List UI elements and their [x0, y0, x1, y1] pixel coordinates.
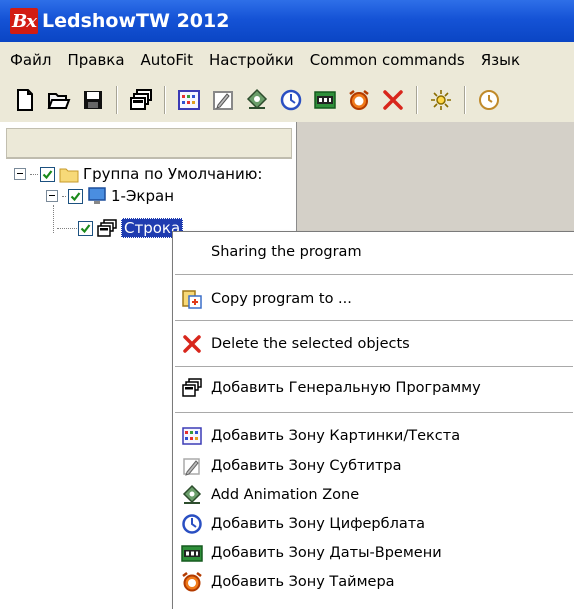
monitor-icon — [87, 187, 107, 205]
add-animation-zone-button[interactable] — [244, 87, 270, 113]
checkmark-icon — [70, 191, 81, 201]
menu-item-label: Добавить Генеральную Программу — [211, 380, 481, 396]
schedule-icon — [479, 90, 499, 110]
app-logo-text: Bx — [12, 10, 37, 32]
copy-program-icon — [181, 288, 203, 310]
program-icon — [181, 377, 203, 399]
clock-zone-icon — [280, 89, 302, 111]
timer-zone-icon — [349, 90, 369, 110]
collapse-toggle[interactable] — [14, 168, 26, 180]
timer-zone-icon — [181, 571, 203, 593]
animation-zone-icon — [246, 88, 268, 110]
brightness-icon — [431, 90, 451, 110]
menu-item-label: Sharing the program — [211, 244, 362, 260]
toolbar-separator — [116, 86, 118, 114]
menu-item-label: Добавить Зону Даты-Времени — [211, 545, 442, 561]
group-checkbox[interactable] — [40, 166, 55, 182]
animation-zone-icon — [181, 484, 203, 506]
add-timer-zone-button[interactable] — [346, 87, 372, 113]
add-subtitle-zone-button[interactable] — [210, 87, 236, 113]
menu-item-add-clock-zone[interactable]: Добавить Зону Циферблата — [173, 510, 574, 538]
menu-bar: Файл Правка AutoFit Настройки Common com… — [0, 42, 574, 78]
menu-item-delete-selected[interactable]: Delete the selected objects — [173, 330, 574, 358]
tree-connector — [53, 205, 54, 233]
group-label[interactable]: Группа по Умолчанию: — [83, 165, 262, 183]
menu-item-label: Delete the selected objects — [211, 336, 410, 352]
menu-item-sharing-program[interactable]: Sharing the program — [173, 238, 574, 266]
menu-item-add-general-program[interactable]: Добавить Генеральную Программу — [173, 374, 574, 402]
menu-item-add-date-time-zone[interactable]: Добавить Зону Даты-Времени — [173, 539, 574, 567]
menu-settings[interactable]: Настройки — [201, 51, 302, 69]
title-bar: Bx LedshowTW 2012 — [0, 0, 574, 42]
screen-checkbox[interactable] — [68, 188, 83, 204]
delete-button[interactable] — [380, 87, 406, 113]
screen-label[interactable]: 1-Экран — [111, 187, 174, 205]
menu-language[interactable]: Язык — [473, 51, 528, 69]
program-icon — [97, 219, 117, 237]
delete-icon — [383, 90, 403, 110]
new-file-icon — [17, 89, 33, 111]
clock-zone-icon — [181, 513, 203, 535]
checkmark-icon — [80, 223, 91, 233]
toolbar — [0, 78, 574, 123]
save-button[interactable] — [80, 87, 106, 113]
menu-item-label: Добавить Зону Картинки/Текста — [211, 428, 461, 444]
menu-separator — [175, 412, 573, 414]
context-menu: Sharing the program Copy program to ... … — [172, 231, 574, 609]
add-picture-text-zone-button[interactable] — [176, 87, 202, 113]
open-folder-icon — [47, 93, 71, 109]
menu-item-label: Добавить Зону Субтитра — [211, 458, 402, 474]
menu-common-commands[interactable]: Common commands — [302, 51, 473, 69]
delete-icon — [181, 333, 203, 355]
toolbar-separator — [416, 86, 418, 114]
menu-item-label: Add Animation Zone — [211, 487, 360, 503]
picture-text-zone-icon — [178, 90, 200, 110]
folder-icon — [59, 165, 79, 183]
date-time-zone-icon — [181, 542, 203, 564]
toolbar-separator — [464, 86, 466, 114]
menu-autofit[interactable]: AutoFit — [133, 51, 201, 69]
tree-connector — [57, 228, 77, 229]
save-icon — [84, 91, 102, 109]
menu-item-add-subtitle-zone[interactable]: Добавить Зону Субтитра — [173, 452, 574, 480]
date-time-zone-icon — [314, 91, 336, 109]
menu-item-add-timer-zone[interactable]: Добавить Зону Таймера — [173, 568, 574, 596]
new-file-button[interactable] — [12, 87, 38, 113]
tree-node-group[interactable]: Группа по Умолчанию: — [14, 164, 262, 184]
menu-edit[interactable]: Правка — [59, 51, 132, 69]
menu-file[interactable]: Файл — [0, 51, 59, 69]
add-program-button[interactable] — [128, 87, 154, 113]
menu-item-label: Добавить Зону Таймера — [211, 574, 395, 590]
subtitle-zone-icon — [181, 455, 203, 477]
tree-connector — [30, 173, 38, 175]
add-clock-zone-button[interactable] — [278, 87, 304, 113]
menu-separator — [175, 274, 573, 276]
checkmark-icon — [42, 169, 53, 179]
program-checkbox[interactable] — [78, 220, 93, 236]
menu-item-add-animation-zone[interactable]: Add Animation Zone — [173, 481, 574, 509]
window-title: LedshowTW 2012 — [42, 10, 230, 32]
picture-text-zone-icon — [181, 425, 203, 447]
program-icon — [130, 89, 152, 110]
brightness-button[interactable] — [428, 87, 454, 113]
menu-separator — [175, 366, 573, 368]
toolbar-separator — [164, 86, 166, 114]
tree-node-screen[interactable]: 1-Экран — [46, 186, 174, 206]
menu-item-add-picture-text-zone[interactable]: Добавить Зону Картинки/Текста — [173, 422, 574, 450]
app-logo: Bx — [10, 8, 38, 34]
menu-item-label: Copy program to ... — [211, 291, 352, 307]
tree-connector — [62, 195, 66, 197]
schedule-button[interactable] — [476, 87, 502, 113]
tree-node-program[interactable]: Строка — [78, 218, 184, 238]
open-button[interactable] — [46, 87, 72, 113]
menu-item-label: Добавить Зону Циферблата — [211, 516, 426, 532]
menu-separator — [175, 320, 573, 322]
add-date-time-zone-button[interactable] — [312, 87, 338, 113]
collapse-toggle[interactable] — [46, 190, 58, 202]
menu-item-copy-program[interactable]: Copy program to ... — [173, 285, 574, 313]
subtitle-zone-icon — [213, 91, 233, 110]
